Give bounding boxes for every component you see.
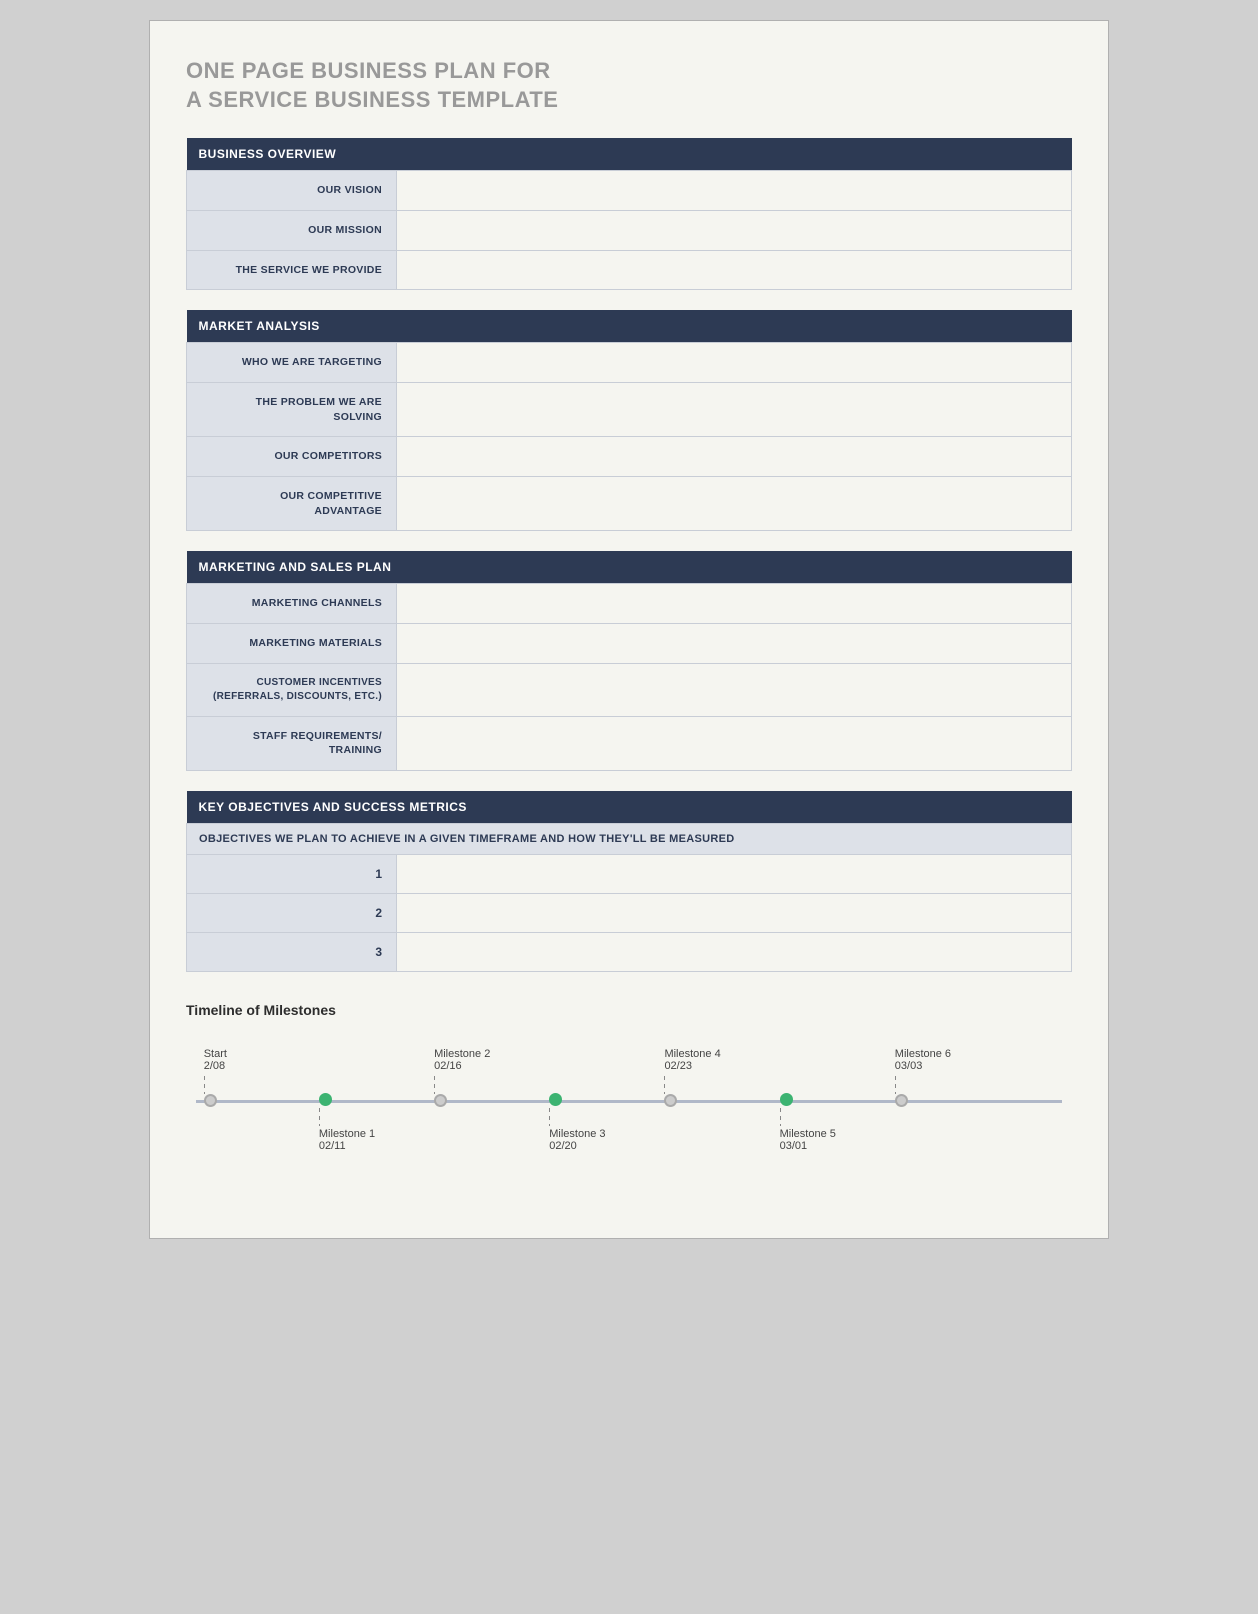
milestone-4: Milestone 4 02/23 (664, 1048, 720, 1107)
table-row: 1 (187, 855, 1072, 894)
table-row: OUR MISSION (187, 210, 1072, 250)
row-value (397, 624, 1072, 664)
row-label: OUR COMPETITORS (187, 437, 397, 477)
business-overview-table: BUSINESS OVERVIEW OUR VISION OUR MISSION… (186, 138, 1072, 290)
row-value (397, 343, 1072, 383)
row-label: CUSTOMER INCENTIVES(REFERRALS, DISCOUNTS… (187, 663, 397, 716)
row-label: OUR VISION (187, 171, 397, 211)
row-label: STAFF REQUIREMENTS/TRAINING (187, 716, 397, 770)
table-row: OUR VISION (187, 171, 1072, 211)
row-number: 1 (187, 855, 397, 894)
key-objectives-table: KEY OBJECTIVES AND SUCCESS METRICS OBJEC… (186, 791, 1072, 972)
timeline-title: Timeline of Milestones (186, 1002, 1072, 1018)
milestone-3: Milestone 3 02/20 (549, 1093, 605, 1152)
table-row: WHO WE ARE TARGETING (187, 343, 1072, 383)
objectives-subheader: OBJECTIVES WE PLAN TO ACHIEVE IN A GIVEN… (187, 824, 1072, 855)
business-overview-header: BUSINESS OVERVIEW (187, 138, 1072, 171)
row-value (397, 171, 1072, 211)
table-row: STAFF REQUIREMENTS/TRAINING (187, 716, 1072, 770)
row-label: MARKETING MATERIALS (187, 624, 397, 664)
milestone-6: Milestone 6 03/03 (895, 1048, 951, 1107)
row-label: THE PROBLEM WE ARESOLVING (187, 382, 397, 436)
row-value (397, 894, 1072, 933)
row-value (397, 663, 1072, 716)
milestone-1: Milestone 1 02/11 (319, 1093, 375, 1152)
market-analysis-table: MARKET ANALYSIS WHO WE ARE TARGETING THE… (186, 310, 1072, 531)
row-value (397, 210, 1072, 250)
row-value (397, 584, 1072, 624)
timeline-section: Timeline of Milestones Start 2/08 Milest… (186, 992, 1072, 1198)
timeline-wrapper: Start 2/08 Milestone 2 02/16 Milestone 4… (186, 1048, 1072, 1178)
page-title: ONE PAGE BUSINESS PLAN FOR A SERVICE BUS… (186, 57, 1072, 114)
milestone-start: Start 2/08 (204, 1048, 227, 1107)
table-row: MARKETING CHANNELS (187, 584, 1072, 624)
row-value (397, 716, 1072, 770)
row-value (397, 477, 1072, 531)
table-row: 2 (187, 894, 1072, 933)
table-row: THE SERVICE WE PROVIDE (187, 250, 1072, 290)
row-label: OUR COMPETITIVEADVANTAGE (187, 477, 397, 531)
row-number: 3 (187, 933, 397, 972)
row-number: 2 (187, 894, 397, 933)
key-objectives-header: KEY OBJECTIVES AND SUCCESS METRICS (187, 791, 1072, 824)
table-row: 3 (187, 933, 1072, 972)
row-value (397, 250, 1072, 290)
milestone-2: Milestone 2 02/16 (434, 1048, 490, 1107)
row-value (397, 437, 1072, 477)
milestone-5: Milestone 5 03/01 (780, 1093, 836, 1152)
table-row: THE PROBLEM WE ARESOLVING (187, 382, 1072, 436)
page-container: ONE PAGE BUSINESS PLAN FOR A SERVICE BUS… (149, 20, 1109, 1239)
table-row: OUR COMPETITIVEADVANTAGE (187, 477, 1072, 531)
marketing-sales-table: MARKETING AND SALES PLAN MARKETING CHANN… (186, 551, 1072, 771)
table-row: MARKETING MATERIALS (187, 624, 1072, 664)
row-value (397, 855, 1072, 894)
market-analysis-header: MARKET ANALYSIS (187, 310, 1072, 343)
marketing-sales-header: MARKETING AND SALES PLAN (187, 551, 1072, 584)
table-row: CUSTOMER INCENTIVES(REFERRALS, DISCOUNTS… (187, 663, 1072, 716)
row-value (397, 933, 1072, 972)
row-value (397, 382, 1072, 436)
row-label: OUR MISSION (187, 210, 397, 250)
row-label: THE SERVICE WE PROVIDE (187, 250, 397, 290)
row-label: WHO WE ARE TARGETING (187, 343, 397, 383)
row-label: MARKETING CHANNELS (187, 584, 397, 624)
table-row: OUR COMPETITORS (187, 437, 1072, 477)
